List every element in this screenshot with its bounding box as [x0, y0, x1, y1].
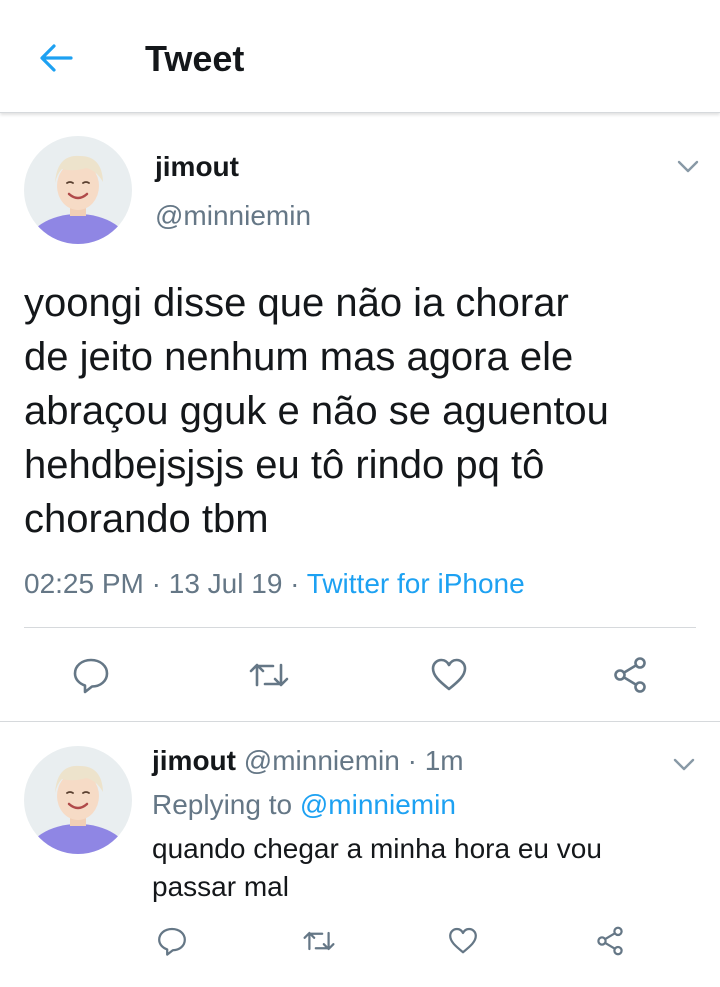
- divider: [0, 721, 720, 722]
- share-icon: [597, 926, 623, 956]
- divider: [24, 627, 696, 628]
- back-button[interactable]: [30, 34, 82, 82]
- page-title: Tweet: [145, 38, 245, 79]
- tweet-meta: 02:25 PM · 13 Jul 19 · Twitter for iPhon…: [24, 566, 525, 602]
- share-button[interactable]: [603, 650, 657, 700]
- tweet-source-link[interactable]: Twitter for iPhone: [307, 568, 525, 599]
- avatar-image: [24, 746, 132, 854]
- share-icon: [614, 657, 646, 693]
- like-button[interactable]: [443, 920, 483, 962]
- reply-header: jimout @minniemin · 1m: [152, 744, 464, 778]
- user-handle[interactable]: @minniemin: [155, 199, 311, 233]
- chevron-down-icon[interactable]: [668, 748, 700, 780]
- avatar-image: [24, 136, 132, 244]
- retweet-icon: [249, 663, 289, 687]
- retweet-button[interactable]: [298, 920, 340, 962]
- reply-icon: [158, 927, 186, 956]
- like-button[interactable]: [422, 650, 476, 700]
- share-button[interactable]: [590, 920, 630, 962]
- reply-button[interactable]: [152, 920, 192, 962]
- chevron-down-icon[interactable]: [672, 150, 704, 182]
- user-handle[interactable]: @minniemin: [244, 745, 400, 776]
- mention-link[interactable]: @minniemin: [300, 789, 456, 820]
- arrow-left-icon: [40, 44, 73, 72]
- avatar[interactable]: [24, 746, 132, 854]
- tweet-text: yoongi disse que não ia chorar de jeito …: [24, 281, 609, 541]
- display-name[interactable]: jimout: [155, 150, 239, 184]
- meta-separator: ·: [399, 745, 425, 776]
- retweet-button[interactable]: [242, 650, 296, 700]
- meta-separator: ·: [282, 568, 307, 599]
- replying-label: Replying to: [152, 789, 300, 820]
- meta-separator: ·: [143, 568, 169, 599]
- reply-icon: [73, 658, 109, 694]
- tweet-time: 02:25 PM: [24, 568, 144, 599]
- reply-age: 1m: [424, 745, 464, 776]
- avatar[interactable]: [24, 136, 132, 244]
- reply-text: quando chegar a minha hora eu vou passar…: [152, 833, 602, 902]
- like-icon: [449, 927, 477, 954]
- tweet-date: 13 Jul 19: [168, 568, 283, 599]
- replying-to: Replying to @minniemin: [152, 788, 456, 822]
- like-icon: [431, 658, 467, 691]
- top-app-bar: Tweet: [0, 0, 720, 113]
- retweet-icon: [303, 931, 335, 951]
- reply-button[interactable]: [64, 650, 118, 700]
- display-name[interactable]: jimout: [152, 745, 236, 776]
